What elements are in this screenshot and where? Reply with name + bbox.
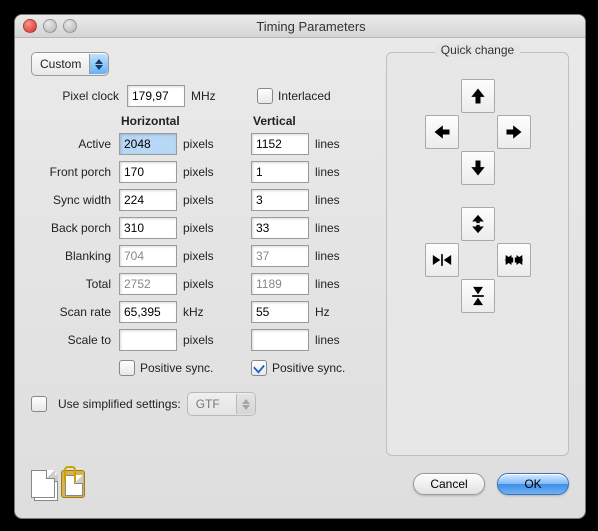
window-title: Timing Parameters — [77, 19, 585, 34]
expand-vertical-icon — [468, 213, 488, 235]
arrow-down-icon — [468, 157, 488, 179]
shrink-horizontal-icon — [432, 249, 452, 271]
active-h-input[interactable] — [119, 133, 177, 155]
move-pad — [399, 79, 556, 185]
total-label: Total — [31, 277, 119, 291]
simplified-method-value: GTF — [188, 397, 236, 411]
active-v-input[interactable] — [251, 133, 309, 155]
chevron-up-down-icon — [236, 394, 255, 414]
arrow-left-icon — [431, 122, 453, 142]
zoom-window-button — [63, 19, 77, 33]
front-porch-v-input[interactable] — [251, 161, 309, 183]
sync-width-h-input[interactable] — [119, 189, 177, 211]
scan-rate-h-input[interactable] — [119, 301, 177, 323]
v-positive-sync-checkbox[interactable] — [251, 360, 267, 376]
preset-select-value: Custom — [32, 57, 89, 71]
total-v-input[interactable] — [251, 273, 309, 295]
sync-width-v-input[interactable] — [251, 189, 309, 211]
scale-to-h-input[interactable] — [119, 329, 177, 351]
cancel-button[interactable]: Cancel — [413, 473, 485, 495]
shrink-horizontal-button[interactable] — [425, 243, 459, 277]
interlaced-checkbox[interactable] — [257, 88, 273, 104]
back-porch-v-input[interactable] — [251, 217, 309, 239]
close-window-button[interactable] — [23, 19, 37, 33]
vertical-header: Vertical — [253, 114, 385, 128]
chevron-up-down-icon — [89, 54, 108, 74]
timing-parameters-window: Timing Parameters Custom Pixel clock MHz… — [14, 14, 586, 519]
pixel-clock-label: Pixel clock — [51, 89, 127, 103]
use-simplified-label: Use simplified settings: — [58, 397, 181, 411]
front-porch-label: Front porch — [31, 165, 119, 179]
total-h-input[interactable] — [119, 273, 177, 295]
quick-change-title: Quick change — [435, 43, 520, 57]
horizontal-header: Horizontal — [121, 114, 253, 128]
blanking-label: Blanking — [31, 249, 119, 263]
sync-width-label: Sync width — [31, 193, 119, 207]
simplified-method-select: GTF — [187, 392, 256, 416]
quick-change-group: Quick change — [386, 52, 569, 456]
blanking-v-input[interactable] — [251, 245, 309, 267]
h-positive-sync-checkbox[interactable] — [119, 360, 135, 376]
active-label: Active — [31, 137, 119, 151]
scan-rate-v-input[interactable] — [251, 301, 309, 323]
pixel-clock-input[interactable] — [127, 85, 185, 107]
minimize-window-button — [43, 19, 57, 33]
ok-button[interactable]: OK — [497, 473, 569, 495]
shrink-vertical-button[interactable] — [461, 279, 495, 313]
expand-vertical-button[interactable] — [461, 207, 495, 241]
scale-to-label: Scale to — [31, 333, 119, 347]
v-positive-sync-label: Positive sync. — [272, 361, 345, 375]
front-porch-h-input[interactable] — [119, 161, 177, 183]
titlebar: Timing Parameters — [15, 15, 585, 38]
arrow-right-icon — [503, 122, 525, 142]
copy-button[interactable] — [31, 470, 55, 498]
preset-select[interactable]: Custom — [31, 52, 109, 76]
back-porch-label: Back porch — [31, 221, 119, 235]
blanking-h-input[interactable] — [119, 245, 177, 267]
scale-to-v-input[interactable] — [251, 329, 309, 351]
move-up-button[interactable] — [461, 79, 495, 113]
move-right-button[interactable] — [497, 115, 531, 149]
expand-horizontal-button[interactable] — [497, 243, 531, 277]
move-down-button[interactable] — [461, 151, 495, 185]
arrow-up-icon — [468, 85, 488, 107]
pixel-clock-unit: MHz — [185, 89, 231, 103]
move-left-button[interactable] — [425, 115, 459, 149]
paste-button[interactable] — [61, 470, 85, 498]
back-porch-h-input[interactable] — [119, 217, 177, 239]
use-simplified-checkbox[interactable] — [31, 396, 47, 412]
h-positive-sync-label: Positive sync. — [140, 361, 213, 375]
interlaced-label: Interlaced — [278, 89, 331, 103]
shrink-vertical-icon — [468, 285, 488, 307]
size-pad — [399, 207, 556, 313]
expand-horizontal-icon — [504, 249, 524, 271]
scan-rate-label: Scan rate — [31, 305, 119, 319]
